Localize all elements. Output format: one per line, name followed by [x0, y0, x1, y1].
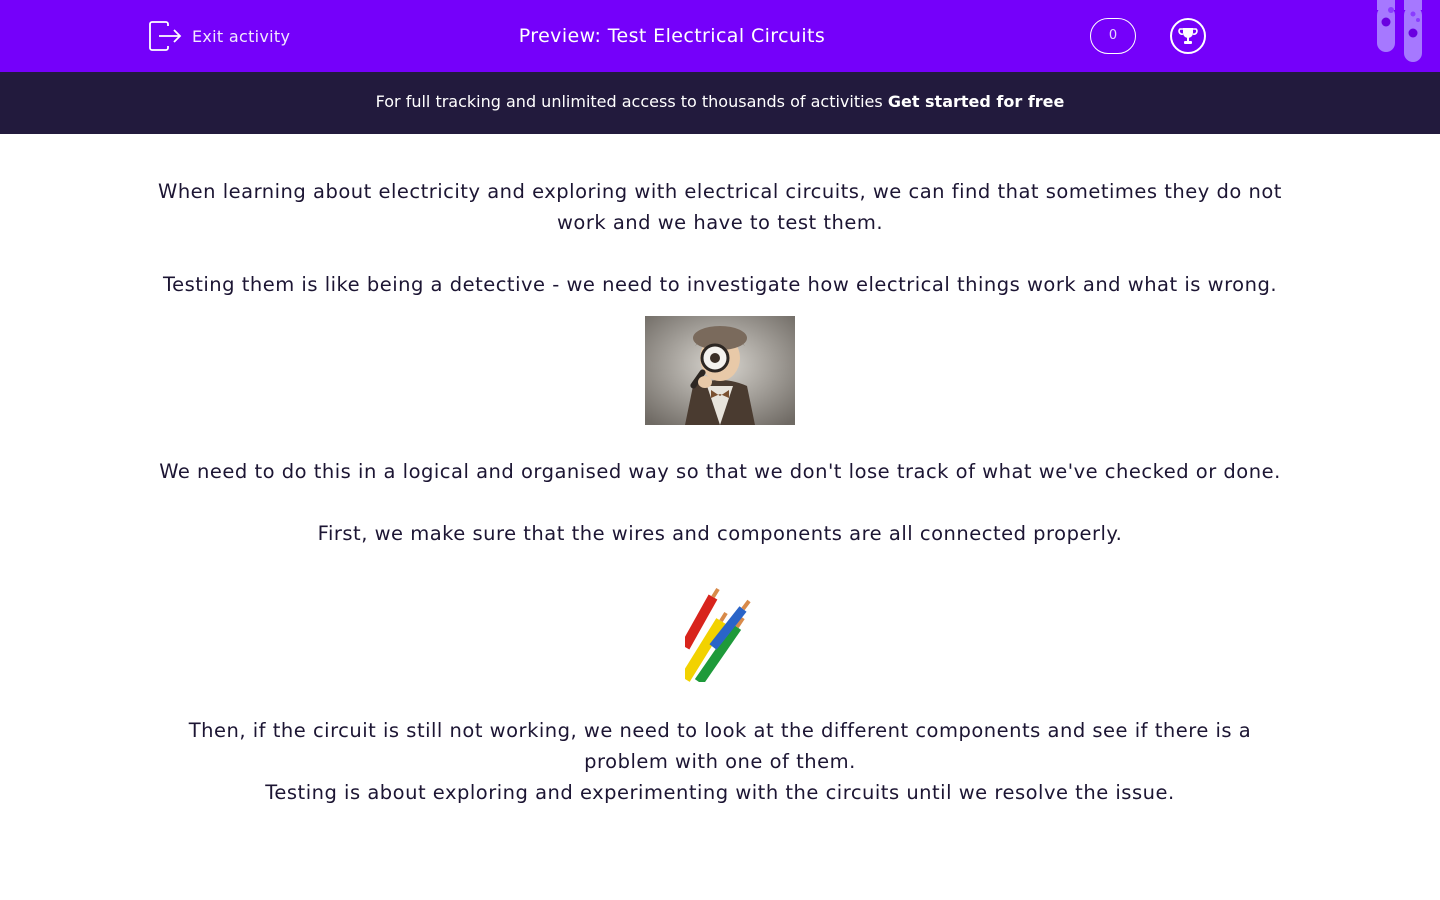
trophy-button[interactable]: [1170, 18, 1206, 54]
connections-paragraph: First, we make sure that the wires and c…: [317, 522, 1123, 545]
test-tubes-icon: [1377, 0, 1422, 62]
components-paragraph: Then, if the circuit is still not workin…: [188, 719, 1252, 773]
score-counter: 0: [1090, 18, 1136, 54]
banner-text: For full tracking and unlimited access t…: [375, 92, 888, 111]
get-started-link[interactable]: Get started for free: [888, 92, 1065, 111]
trophy-icon: [1178, 28, 1198, 44]
signup-banner: For full tracking and unlimited access t…: [0, 72, 1440, 134]
wires-image: [685, 587, 755, 682]
top-bar: Exit activity Preview: Test Electrical C…: [0, 0, 1440, 72]
detective-child-image: [645, 316, 795, 425]
intro-paragraph: When learning about electricity and expl…: [158, 180, 1282, 234]
activity-content: When learning about electricity and expl…: [150, 176, 1290, 808]
detective-paragraph: Testing them is like being a detective -…: [162, 273, 1278, 296]
logical-paragraph: We need to do this in a logical and orga…: [159, 460, 1281, 483]
page-title: Preview: Test Electrical Circuits: [518, 25, 826, 47]
testing-paragraph: Testing is about exploring and experimen…: [265, 781, 1175, 804]
